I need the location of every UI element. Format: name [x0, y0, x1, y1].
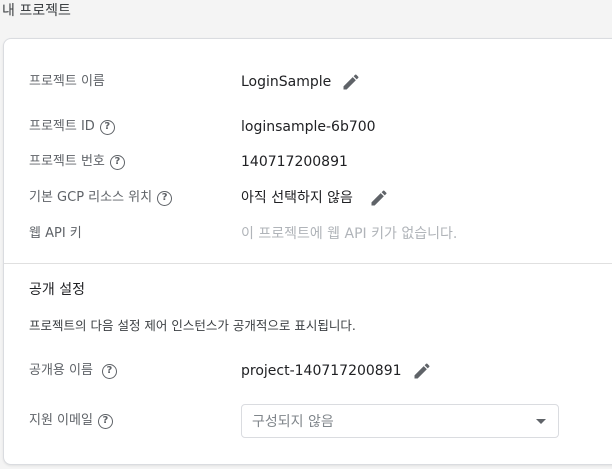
project-name-row: 프로젝트 이름 LoginSample	[4, 70, 612, 94]
public-name-label: 공개용 이름	[29, 363, 93, 378]
help-circle-icon[interactable]: ?	[101, 363, 117, 379]
web-api-key-label: 웹 API 키	[29, 226, 82, 241]
help-circle-icon[interactable]: ?	[109, 154, 125, 170]
pencil-icon	[343, 74, 359, 90]
gcp-location-label-wrap: 기본 GCP 리소스 위치 ?	[29, 186, 173, 210]
edit-gcp-location-button[interactable]	[369, 188, 389, 208]
project-id-row: 프로젝트 ID ? loginsample-6b700	[4, 115, 612, 139]
project-number-label: 프로젝트 번호	[29, 154, 105, 169]
help-circle-icon[interactable]: ?	[99, 119, 115, 135]
gcp-location-value-wrap: 아직 선택하지 않음	[241, 186, 389, 210]
help-circle-icon[interactable]: ?	[97, 413, 113, 429]
web-api-key-value: 이 프로젝트에 웹 API 키가 없습니다.	[241, 226, 458, 242]
project-name-label: 프로젝트 이름	[29, 74, 105, 89]
public-name-value-wrap: project-140717200891	[241, 359, 432, 383]
support-email-select[interactable]: 구성되지 않음	[241, 404, 559, 438]
gcp-location-value: 아직 선택하지 않음	[241, 190, 353, 206]
edit-project-name-button[interactable]	[341, 72, 361, 92]
support-email-label: 지원 이메일	[29, 413, 93, 428]
project-number-label-wrap: 프로젝트 번호 ?	[29, 150, 125, 174]
project-name-value-wrap: LoginSample	[241, 70, 361, 94]
page-title: 내 프로젝트	[2, 3, 71, 19]
project-id-label: 프로젝트 ID	[29, 119, 95, 134]
project-id-label-wrap: 프로젝트 ID ?	[29, 115, 115, 139]
gcp-location-row: 기본 GCP 리소스 위치 ? 아직 선택하지 않음	[4, 186, 612, 210]
public-name-row: 공개용 이름 ? project-140717200891	[4, 359, 612, 383]
public-name-label-wrap: 공개용 이름 ?	[29, 359, 117, 383]
gcp-location-label: 기본 GCP 리소스 위치	[29, 190, 153, 205]
project-settings-card: 프로젝트 이름 LoginSample 프로젝트 ID ? loginsampl…	[3, 38, 612, 465]
public-settings-title: 공개 설정	[29, 282, 85, 298]
web-api-key-row: 웹 API 키 이 프로젝트에 웹 API 키가 없습니다.	[4, 222, 612, 246]
support-email-label-wrap: 지원 이메일 ?	[29, 409, 113, 433]
public-name-value: project-140717200891	[241, 363, 402, 379]
help-circle-icon[interactable]: ?	[157, 190, 173, 206]
support-email-selected-value: 구성되지 않음	[252, 414, 334, 430]
project-number-row: 프로젝트 번호 ? 140717200891	[4, 150, 612, 174]
public-settings-description: 프로젝트의 다음 설정 제어 인스턴스가 공개적으로 표시됩니다.	[29, 318, 356, 333]
pencil-icon	[414, 363, 430, 379]
project-id-value: loginsample-6b700	[241, 119, 376, 135]
project-number-value: 140717200891	[241, 154, 348, 170]
edit-public-name-button[interactable]	[412, 361, 432, 381]
pencil-icon	[371, 190, 387, 206]
project-name-value: LoginSample	[241, 74, 332, 90]
caret-down-icon	[536, 419, 546, 424]
divider	[4, 263, 612, 264]
